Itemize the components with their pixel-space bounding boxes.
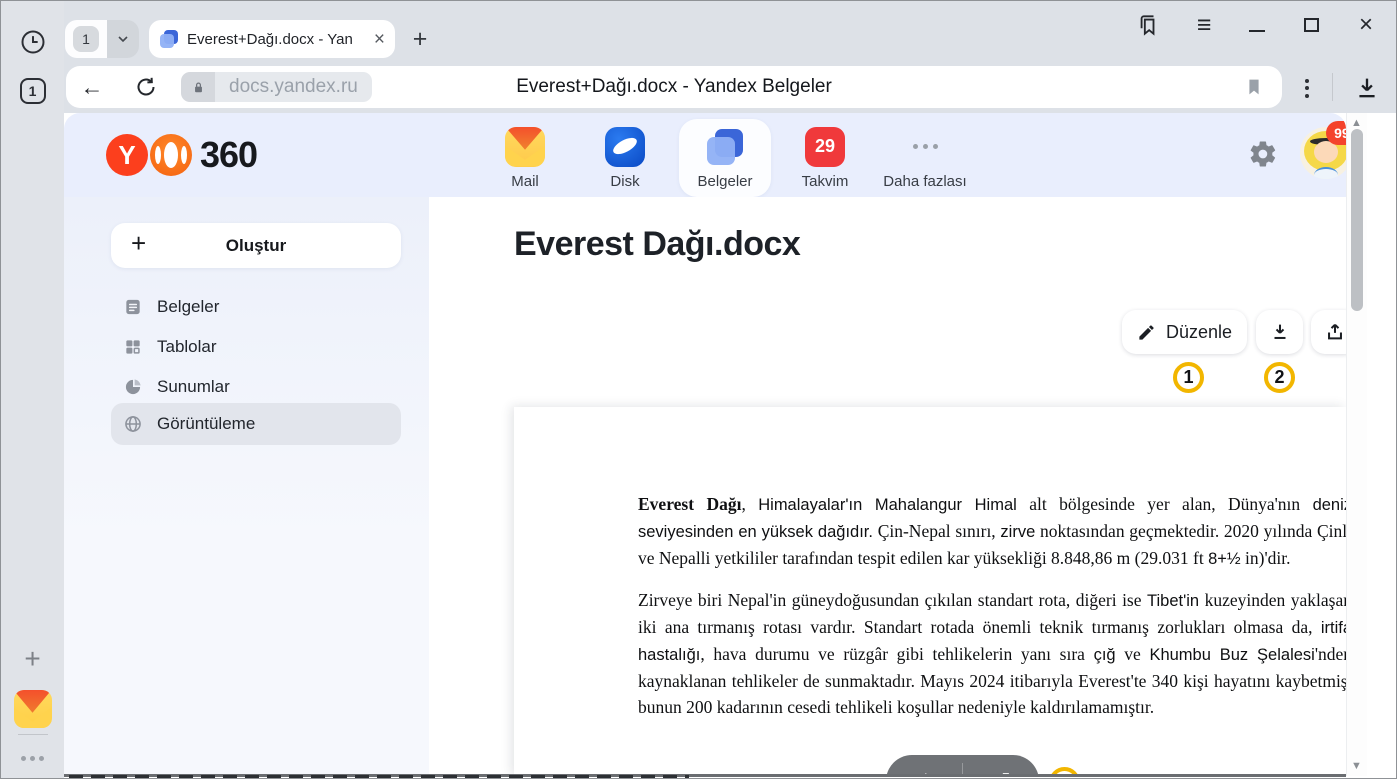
- browser-window: 1 + 1 Everest+Dağı.docx - Yan × + ≡ × ←: [0, 0, 1397, 779]
- edit-button[interactable]: Düzenle: [1122, 310, 1247, 354]
- sidebar: + Oluştur Belgeler Tablolar Sunumlar: [64, 197, 429, 776]
- tab-close-icon[interactable]: ×: [374, 30, 385, 49]
- yandex-mail-rail-icon[interactable]: [1, 689, 64, 729]
- tab-title: Everest+Dağı.docx - Yan: [187, 31, 366, 48]
- plus-icon: +: [131, 228, 146, 259]
- domain-text: docs.yandex.ru: [215, 72, 372, 102]
- document-icon: [123, 297, 143, 317]
- mail-icon: [505, 127, 545, 167]
- document-text: Everest Dağı, Himalayalar'ın Mahalangur …: [638, 491, 1346, 735]
- rail-divider: [18, 734, 48, 735]
- yandex-y-icon: Y: [106, 134, 148, 176]
- scroll-up-arrow[interactable]: ▲: [1351, 117, 1362, 129]
- scroll-down-arrow[interactable]: ▼: [1351, 760, 1362, 772]
- more-actions-icon[interactable]: [1298, 76, 1316, 100]
- annotation-badge-1: 1: [1173, 362, 1204, 393]
- scrollbar-thumb[interactable]: [1351, 129, 1363, 311]
- maximize-button[interactable]: [1299, 11, 1323, 39]
- notification-badge: 99+: [1326, 121, 1346, 145]
- tab-group-chip[interactable]: 1: [65, 20, 139, 58]
- sidebar-item-tablolar[interactable]: Tablolar: [111, 327, 401, 367]
- table-grid-icon: [123, 337, 143, 357]
- web-page: Y 360 Mail Disk Belgeler 29: [64, 113, 1346, 776]
- mail-app-icon: [14, 690, 52, 728]
- nav-item-disk[interactable]: Disk: [579, 119, 671, 197]
- globe-icon: [123, 414, 143, 434]
- lock-icon: [181, 72, 215, 102]
- downloads-icon[interactable]: [1353, 74, 1381, 102]
- calendar-icon: 29: [805, 127, 845, 167]
- tab-count-badge: 1: [20, 78, 46, 104]
- chevron-down-icon[interactable]: [107, 20, 139, 58]
- page-scrollbar[interactable]: ▲ ▼: [1346, 113, 1367, 776]
- settings-gear-icon[interactable]: [1248, 139, 1278, 169]
- tab-panel-button[interactable]: 1: [1, 77, 64, 105]
- reload-icon[interactable]: [134, 75, 158, 99]
- browser-menu-icon[interactable]: ≡: [1189, 11, 1219, 39]
- rail-add-icon[interactable]: +: [1, 643, 64, 675]
- pencil-icon: [1137, 323, 1156, 342]
- page-indicator[interactable]: 1/1: [886, 755, 1039, 776]
- rail-more-icon[interactable]: [1, 749, 64, 767]
- logo-o-icon: [150, 134, 192, 176]
- collections-icon[interactable]: [1131, 11, 1163, 39]
- close-button[interactable]: ×: [1353, 11, 1379, 39]
- nav-item-mail[interactable]: Mail: [479, 119, 571, 197]
- docs-icon: [705, 127, 745, 167]
- download-icon: [1269, 321, 1291, 343]
- domain-chip[interactable]: docs.yandex.ru: [181, 72, 372, 102]
- sidebar-item-goruntuleme[interactable]: Görüntüleme: [111, 403, 401, 445]
- toolbar-divider: [1332, 73, 1333, 101]
- back-icon[interactable]: ←: [79, 71, 105, 103]
- nav-item-takvim[interactable]: 29 Takvim: [779, 119, 871, 197]
- document-page: Everest Dağı, Himalayalar'ın Mahalangur …: [514, 407, 1346, 776]
- sidebar-item-belgeler[interactable]: Belgeler: [111, 287, 401, 327]
- history-clock-icon[interactable]: [1, 27, 64, 57]
- tab-group-count: 1: [73, 26, 99, 52]
- yandex-360-logo[interactable]: Y 360: [106, 133, 257, 177]
- minimize-button[interactable]: [1245, 11, 1269, 39]
- main-content: Everest Dağı.docx Düzenle: [429, 197, 1346, 776]
- create-button[interactable]: + Oluştur: [111, 223, 401, 268]
- more-dots-icon: [905, 127, 945, 167]
- nav-item-more[interactable]: Daha fazlası: [879, 119, 971, 197]
- annotation-badge-2: 2: [1264, 362, 1295, 393]
- sidebar-item-sunumlar[interactable]: Sunumlar: [111, 367, 401, 407]
- new-tab-button[interactable]: +: [403, 22, 437, 56]
- nav-item-belgeler[interactable]: Belgeler: [679, 119, 771, 197]
- share-icon: [1324, 321, 1346, 343]
- bookmark-flag-icon[interactable]: [1243, 75, 1265, 99]
- yandex-docs-favicon: [159, 29, 179, 49]
- background-window-sliver: [69, 775, 689, 779]
- pie-chart-icon: [123, 377, 143, 397]
- active-tab[interactable]: Everest+Dağı.docx - Yan ×: [149, 20, 395, 58]
- logo-360-text: 360: [200, 134, 257, 176]
- download-button[interactable]: [1256, 310, 1303, 354]
- paragraph-2: Zirveye biri Nepal'in güneydoğusundan çı…: [638, 587, 1346, 720]
- paragraph-1: Everest Dağı, Himalayalar'ın Mahalangur …: [638, 491, 1346, 572]
- share-button[interactable]: [1311, 310, 1346, 354]
- disk-icon: [605, 127, 645, 167]
- document-title: Everest Dağı.docx: [514, 225, 800, 264]
- services-nav: Mail Disk Belgeler 29 Takvim Daha fazlas…: [479, 116, 971, 200]
- site-header: Y 360 Mail Disk Belgeler 29: [64, 113, 1346, 197]
